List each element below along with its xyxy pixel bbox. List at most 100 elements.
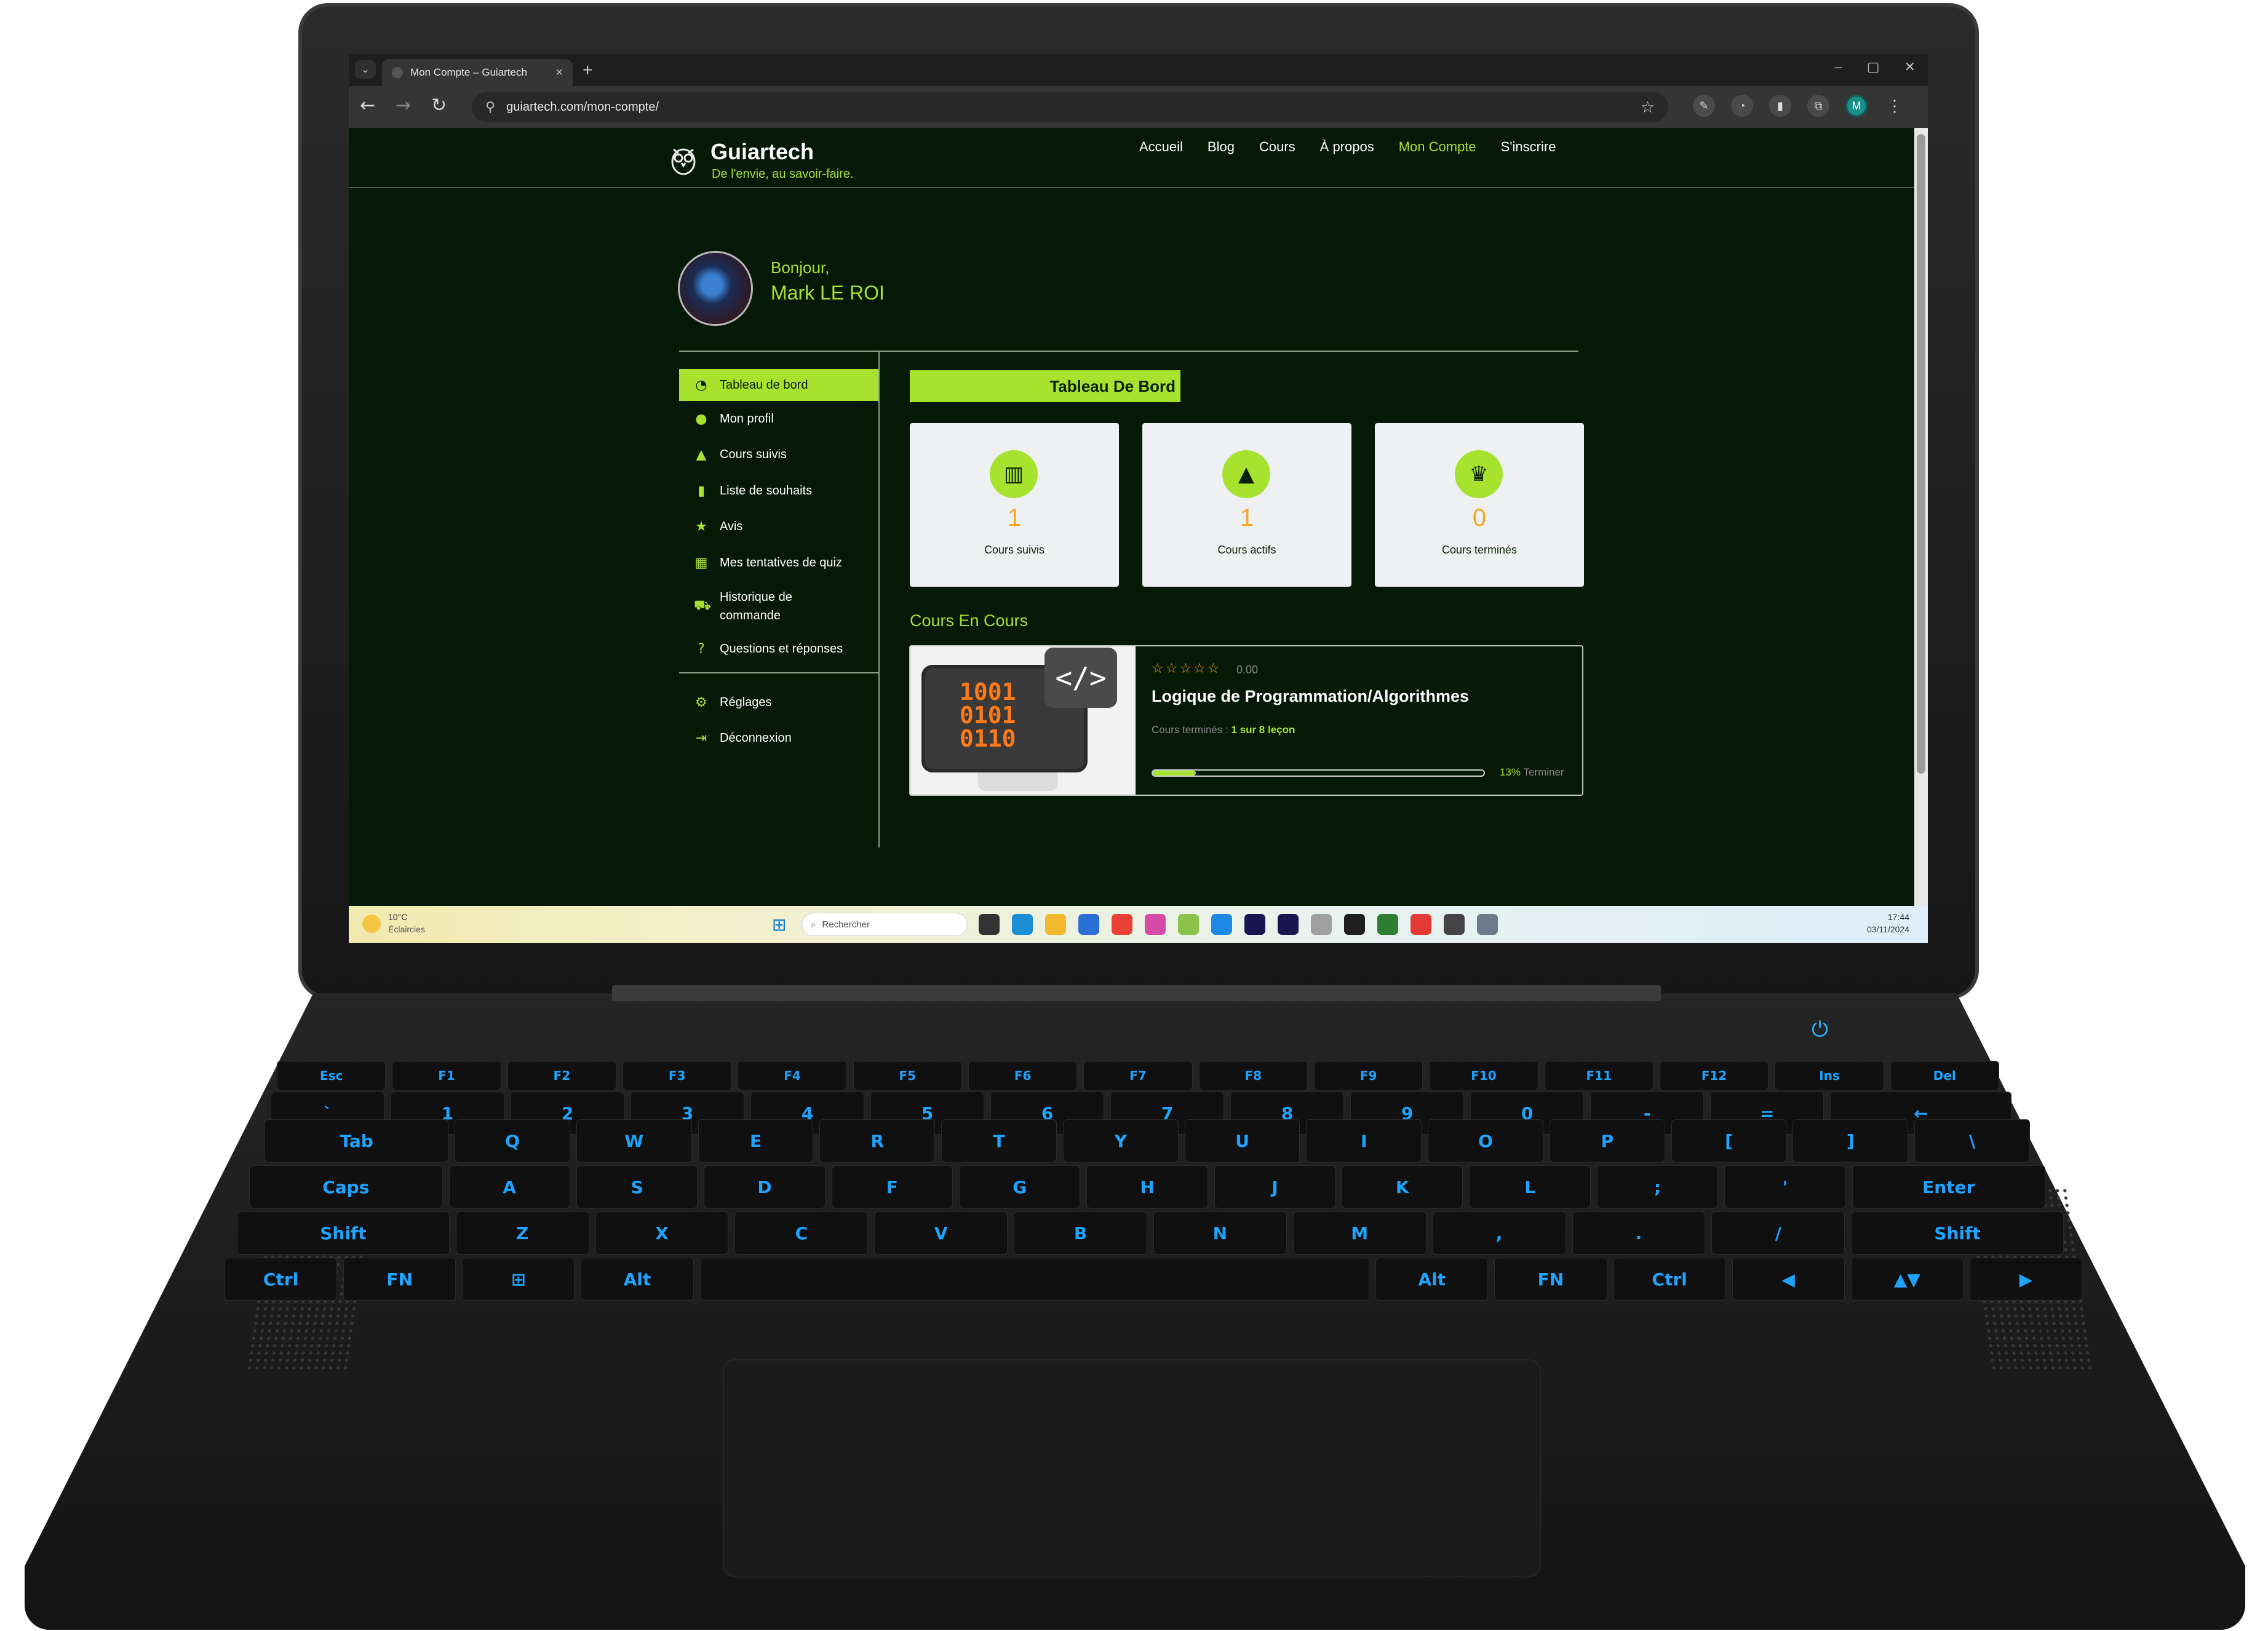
key[interactable]: ▶ <box>1969 1258 2082 1301</box>
nav-a-propos[interactable]: À propos <box>1320 139 1374 155</box>
key[interactable]: F5 <box>853 1061 962 1090</box>
taskbar-app-task-view-icon[interactable] <box>979 914 1000 935</box>
taskbar-app-figma-icon[interactable] <box>1344 914 1365 935</box>
extension-drive-icon[interactable]: ◔ <box>1731 95 1753 117</box>
taskbar-app-youtube-icon[interactable] <box>1411 914 1431 935</box>
extension-pen-icon[interactable]: ✎ <box>1693 95 1715 117</box>
key[interactable]: E <box>698 1119 814 1162</box>
key[interactable]: F2 <box>507 1061 616 1090</box>
key[interactable]: F9 <box>1313 1061 1423 1090</box>
sidebar-item-reglages[interactable]: ⚙ Réglages <box>679 685 878 721</box>
sidebar-item-cours-suivis[interactable]: ▲ Cours suivis <box>679 437 878 474</box>
key[interactable]: R <box>819 1119 936 1162</box>
course-thumbnail[interactable]: 1001 0101 0110 </> <box>910 646 1136 795</box>
key[interactable]: \ <box>1914 1119 2030 1162</box>
owl-logo-icon[interactable] <box>669 143 698 175</box>
key[interactable]: ] <box>1793 1119 1909 1162</box>
key[interactable]: T <box>941 1119 1057 1162</box>
tab-search-button[interactable]: ⌄ <box>355 60 376 79</box>
sidebar-item-questions[interactable]: ? Questions et réponses <box>679 632 878 668</box>
sidebar-item-historique[interactable]: ⛟ Historique de commande <box>679 581 878 632</box>
power-icon[interactable]: ⏻ <box>1812 1018 1828 1042</box>
trackpad[interactable] <box>723 1359 1541 1577</box>
key[interactable]: O <box>1428 1119 1543 1162</box>
taskbar-app-settings-icon[interactable] <box>1477 914 1498 935</box>
sidebar-item-avis[interactable]: ★ Avis <box>679 509 878 546</box>
minimize-button[interactable]: – <box>1835 59 1842 75</box>
site-info-icon[interactable]: ⚲ <box>485 99 495 115</box>
bookmark-star-icon[interactable]: ☆ <box>1641 98 1655 117</box>
key[interactable]: J <box>1214 1165 1336 1208</box>
key[interactable]: . <box>1572 1212 1706 1255</box>
extension-note-icon[interactable]: ▮ <box>1769 95 1791 117</box>
browser-tab-active[interactable]: Mon Compte – Guiartech × <box>382 59 573 86</box>
address-bar[interactable]: ⚲ guiartech.com/mon-compte/ ☆ <box>472 92 1668 122</box>
key[interactable]: F10 <box>1429 1061 1538 1090</box>
key[interactable]: [ <box>1671 1119 1787 1162</box>
key[interactable]: X <box>595 1212 729 1255</box>
close-window-button[interactable]: ✕ <box>1904 59 1916 75</box>
key[interactable]: M <box>1292 1212 1426 1255</box>
key[interactable]: ◀ <box>1732 1258 1845 1301</box>
forward-button[interactable]: → <box>396 95 411 116</box>
key[interactable]: Del <box>1890 1061 1999 1090</box>
key[interactable]: L <box>1469 1165 1591 1208</box>
weather-icon[interactable] <box>362 915 381 933</box>
key[interactable]: Alt <box>1375 1258 1489 1301</box>
extensions-puzzle-icon[interactable]: ⧉ <box>1807 95 1829 117</box>
sidebar-item-liste-de-souhaits[interactable]: ▮ Liste de souhaits <box>679 473 878 509</box>
sidebar-item-quiz[interactable]: ▦ Mes tentatives de quiz <box>679 545 878 581</box>
key[interactable] <box>699 1258 1370 1301</box>
key[interactable]: F1 <box>392 1061 501 1090</box>
key[interactable]: Tab <box>265 1119 449 1162</box>
back-button[interactable]: ← <box>360 95 375 116</box>
key[interactable]: N <box>1153 1212 1287 1255</box>
sidebar-item-mon-profil[interactable]: ● Mon profil <box>679 401 878 437</box>
key[interactable]: Y <box>1062 1119 1179 1162</box>
nav-cours[interactable]: Cours <box>1259 139 1295 155</box>
key[interactable]: A <box>448 1165 570 1208</box>
key[interactable]: C <box>734 1212 869 1255</box>
taskbar-app-git-icon[interactable] <box>1178 914 1199 935</box>
key[interactable]: , <box>1432 1212 1566 1255</box>
taskbar-app-store-icon[interactable] <box>1078 914 1099 935</box>
key[interactable]: W <box>576 1119 692 1162</box>
key[interactable]: F11 <box>1544 1061 1653 1090</box>
taskbar-app-chrome-icon[interactable] <box>1112 914 1132 935</box>
key[interactable]: H <box>1086 1165 1208 1208</box>
nav-blog[interactable]: Blog <box>1208 139 1235 155</box>
taskbar-app-chatgpt-icon[interactable] <box>1444 914 1465 935</box>
key[interactable]: U <box>1184 1119 1300 1162</box>
key[interactable]: ▲▼ <box>1850 1258 1964 1301</box>
taskbar-search[interactable]: ⌕ Rechercher <box>802 913 968 936</box>
taskbar-app-premiere-icon[interactable] <box>1244 914 1265 935</box>
taskbar-app-app-green-icon[interactable] <box>1377 914 1398 935</box>
key[interactable]: F3 <box>622 1061 732 1090</box>
key[interactable]: P <box>1549 1119 1665 1162</box>
key[interactable]: V <box>874 1212 1008 1255</box>
key[interactable]: Shift <box>237 1212 450 1255</box>
key[interactable]: B <box>1014 1212 1147 1255</box>
key[interactable]: Alt <box>581 1258 694 1301</box>
reload-button[interactable]: ↻ <box>431 95 447 116</box>
tab-close-icon[interactable]: × <box>555 66 563 80</box>
nav-sinscrire[interactable]: S'inscrire <box>1501 139 1556 155</box>
key[interactable]: Q <box>455 1119 570 1162</box>
site-brand[interactable]: Guiartech <box>710 139 814 165</box>
key[interactable]: Ins <box>1775 1061 1884 1090</box>
course-card[interactable]: 1001 0101 0110 </> ☆☆☆☆☆ 0.00 Logique de… <box>909 645 1583 796</box>
taskbar-app-explorer-icon[interactable] <box>1045 914 1066 935</box>
key[interactable]: Caps <box>249 1165 443 1208</box>
key[interactable]: Ctrl <box>225 1258 338 1301</box>
course-title[interactable]: Logique de Programmation/Algorithmes <box>1152 687 1469 706</box>
taskbar-app-figma-like-icon[interactable] <box>1311 914 1332 935</box>
key[interactable]: Ctrl <box>1613 1258 1726 1301</box>
key[interactable]: Enter <box>1852 1165 2046 1208</box>
taskbar-app-edge-icon[interactable] <box>1012 914 1033 935</box>
key[interactable]: F <box>831 1165 953 1208</box>
browser-menu-icon[interactable]: ⋮ <box>1884 95 1906 117</box>
key[interactable]: F12 <box>1659 1061 1769 1090</box>
key[interactable]: FN <box>343 1258 456 1301</box>
key[interactable]: Z <box>455 1212 589 1255</box>
profile-avatar-button[interactable]: M <box>1845 95 1868 117</box>
